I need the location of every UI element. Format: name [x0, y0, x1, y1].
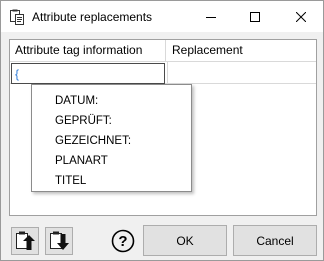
window-title: Attribute replacements [32, 10, 153, 24]
autocomplete-item[interactable]: GEZEICHNET: [55, 132, 131, 150]
attribute-tag-input[interactable] [12, 64, 164, 83]
table-row [10, 62, 316, 84]
autocomplete-item[interactable]: PLANART [55, 152, 108, 170]
autocomplete-item[interactable]: GEPRÜFT: [55, 112, 112, 130]
close-button[interactable] [279, 1, 323, 32]
help-icon: ? [111, 229, 135, 253]
clipboard-copy-icon [9, 9, 25, 25]
help-button[interactable]: ? [111, 229, 135, 253]
paste-down-icon [50, 231, 69, 250]
ok-button[interactable]: OK [143, 225, 227, 256]
column-header-attribute[interactable]: Attribute tag information [10, 40, 166, 61]
paste-down-button[interactable] [45, 227, 73, 255]
maximize-button[interactable] [233, 1, 277, 32]
autocomplete-list: DATUM: GEPRÜFT: GEZEICHNET: PLANART TITE… [31, 84, 192, 192]
autocomplete-item[interactable]: DATUM: [55, 92, 98, 110]
autocomplete-item[interactable]: TITEL [55, 172, 86, 190]
grid-header: Attribute tag information Replacement [10, 40, 316, 62]
title-bar: Attribute replacements [1, 1, 323, 32]
replacement-cell[interactable] [167, 62, 316, 84]
column-header-replacement[interactable]: Replacement [167, 40, 316, 61]
attribute-replacements-dialog: Attribute replacements Attribute tag inf… [0, 0, 324, 261]
minimize-button[interactable] [189, 1, 233, 32]
help-glyph: ? [118, 233, 127, 250]
attribute-cell-editor[interactable] [11, 63, 165, 84]
minimize-icon [206, 16, 216, 18]
close-icon [296, 11, 306, 22]
maximize-icon [250, 11, 260, 22]
paste-up-icon [16, 231, 35, 250]
paste-up-button[interactable] [11, 227, 39, 255]
cancel-button[interactable]: Cancel [233, 225, 317, 256]
